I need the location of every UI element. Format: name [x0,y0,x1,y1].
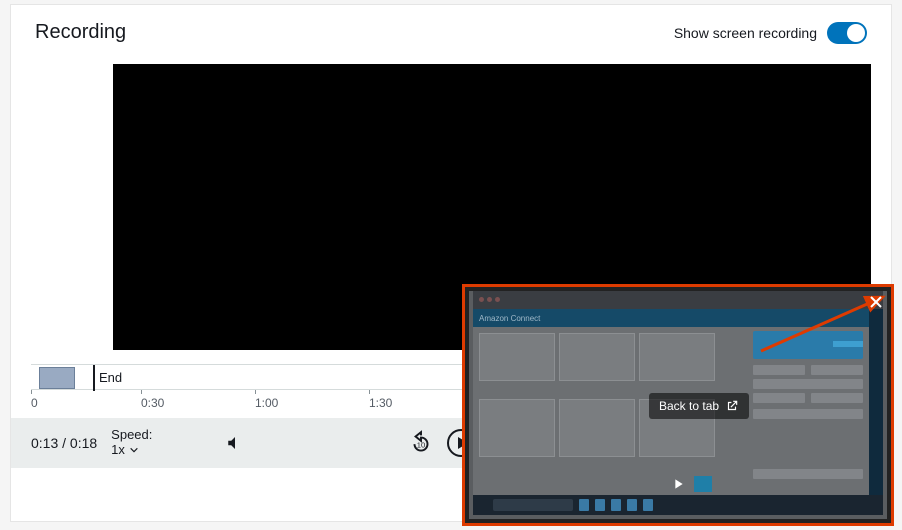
end-label: End [99,370,122,385]
picture-in-picture-overlay[interactable]: Amazon Connect Back to tab [462,284,894,526]
rewind-10-icon: 10 [408,430,434,456]
pip-taskbar [473,495,883,515]
pip-play-bar [469,473,887,495]
tick-1: 0:30 [141,396,164,410]
pip-side-button [753,365,805,375]
show-recording-toggle-group: Show screen recording [674,22,867,44]
pip-side-button [811,393,863,403]
page-title: Recording [35,21,126,44]
window-traffic-lights-icon [479,297,500,302]
pip-app-title: Amazon Connect [479,314,540,323]
open-in-new-icon [725,399,739,413]
recording-header: Recording Show screen recording [11,5,891,62]
pip-tile [639,333,715,381]
timeline-segment[interactable] [39,367,75,389]
pip-tile [559,399,635,457]
speed-value: 1x [111,443,125,458]
time-display: 0:13 / 0:18 [31,435,97,451]
pip-side-button [753,379,863,389]
pip-tile [559,333,635,381]
pip-side-button [753,409,863,419]
pip-play-icon[interactable] [670,476,686,492]
pip-tile [479,333,555,381]
pip-app-bar: Amazon Connect [473,309,869,327]
toggle-label: Show screen recording [674,25,817,41]
pip-close-button[interactable] [867,293,885,311]
speed-label: Speed: [111,428,152,443]
tick-0: 0 [31,396,38,410]
pip-browser-chrome [473,291,883,309]
pip-ccp-card [753,331,863,359]
pip-taskbar-search [493,499,573,511]
pip-side-button [811,365,863,375]
volume-button[interactable] [220,428,250,458]
pip-taskbar-icons [579,499,653,511]
volume-icon [226,434,244,452]
svg-text:10: 10 [417,440,425,449]
show-recording-toggle[interactable] [827,22,867,44]
back-to-tab-button[interactable]: Back to tab [649,393,749,419]
speed-selector[interactable]: Speed: 1x [111,428,152,458]
video-gutter [31,64,113,350]
close-icon [869,295,883,309]
rewind-10-button[interactable]: 10 [406,428,436,458]
back-to-tab-label: Back to tab [659,399,719,413]
chevron-down-icon [129,445,139,455]
pip-side-button [753,393,805,403]
pip-tile [479,399,555,457]
tick-2: 1:00 [255,396,278,410]
tick-3: 1:30 [369,396,392,410]
pip-progress-chip [694,476,712,492]
pip-content: Amazon Connect Back to tab [469,291,887,519]
end-marker[interactable] [93,365,95,391]
pip-right-rail [869,309,883,495]
